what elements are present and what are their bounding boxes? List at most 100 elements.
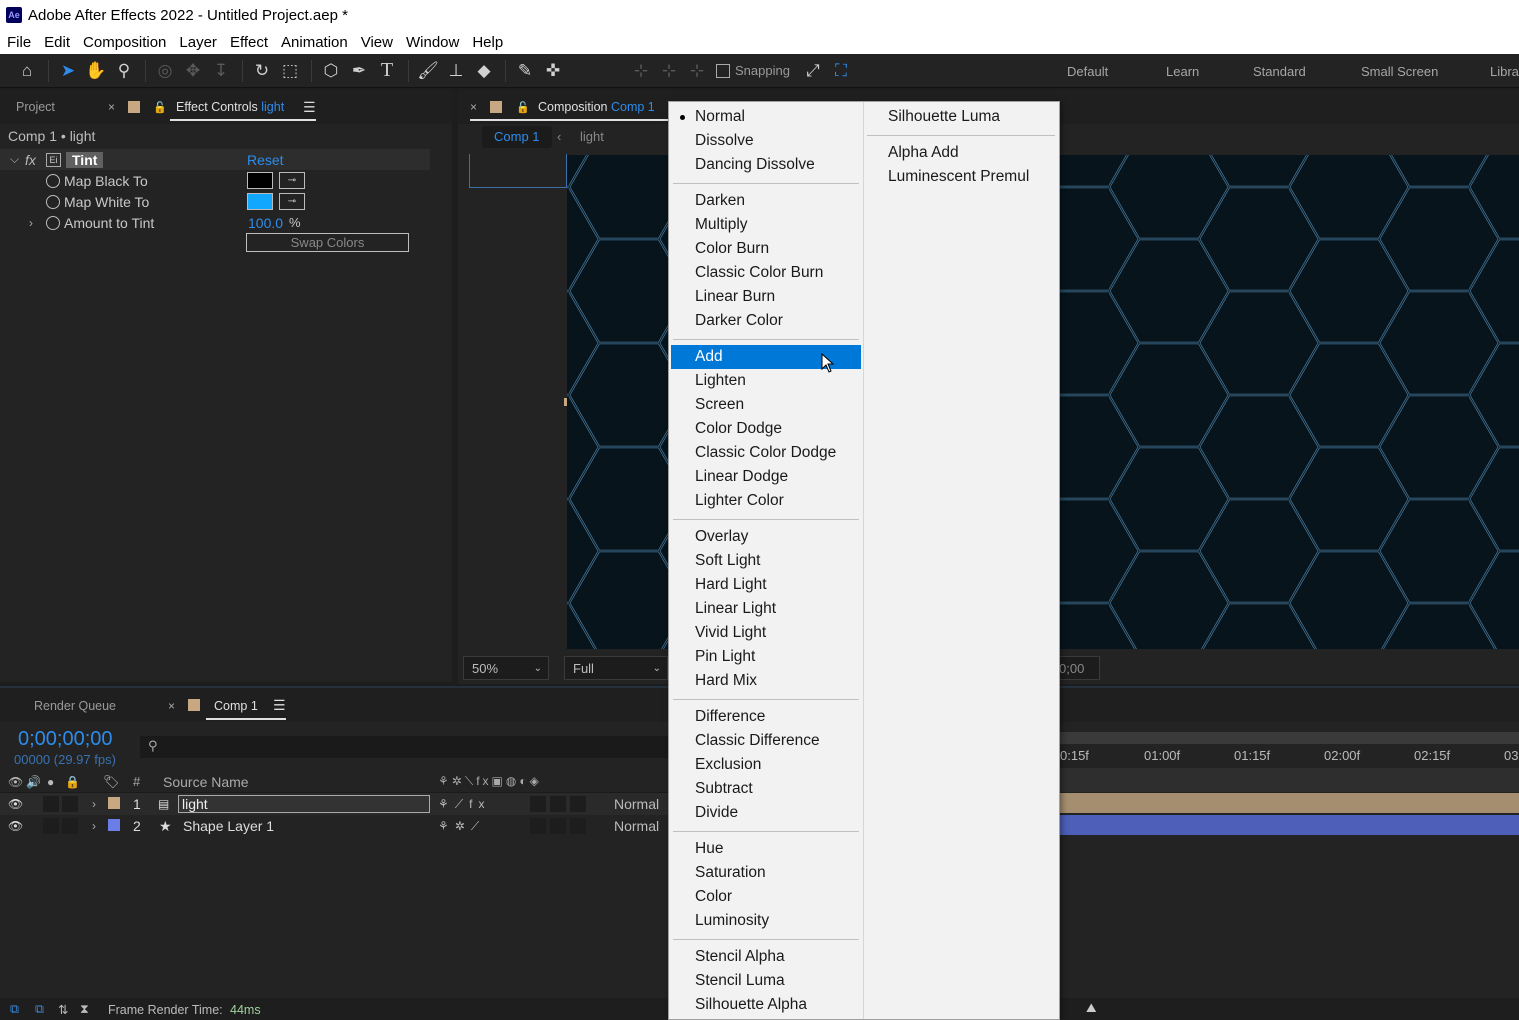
world-axis-icon[interactable]: ⊹ [656, 58, 682, 84]
layer-switches-icons[interactable]: ⚘✲⟋ [438, 819, 485, 834]
puppet-pin-icon[interactable]: ✜ [540, 58, 566, 84]
blend-stencil-alpha[interactable]: Stencil Alpha [671, 945, 861, 969]
blend-linear-dodge[interactable]: Linear Dodge [671, 465, 861, 489]
swap-colors-button[interactable]: Swap Colors [246, 233, 409, 252]
blend-luminosity[interactable]: Luminosity [671, 909, 861, 933]
blend-screen[interactable]: Screen [671, 393, 861, 417]
layer-label-color[interactable] [108, 819, 120, 831]
layer-bar-light[interactable] [1060, 793, 1519, 813]
zoom-in-mountain-icon[interactable]: ⛰ [1086, 1001, 1097, 1016]
workspace-libraries[interactable]: Libra [1490, 54, 1519, 88]
blend-color-burn[interactable]: Color Burn [671, 237, 861, 261]
blend-hue[interactable]: Hue [671, 837, 861, 861]
effect-row-tint[interactable]: ⌵ fx Ei Tint Reset [0, 149, 430, 170]
lock-icon[interactable]: 🔓 [153, 101, 167, 114]
eyedropper-icon[interactable]: ⊸ [279, 193, 305, 210]
zoom-dropdown[interactable]: 50% ⌄ [463, 656, 549, 680]
blend-luminescent-premul[interactable]: Luminescent Premul [865, 165, 1057, 189]
local-axis-icon[interactable]: ⊹ [628, 58, 654, 84]
home-icon[interactable]: ⌂ [14, 58, 40, 84]
type-tool-icon[interactable]: T [374, 58, 400, 84]
blend-difference[interactable]: Difference [671, 705, 861, 729]
blend-silhouette-alpha[interactable]: Silhouette Alpha [671, 993, 861, 1017]
tab-comp-timeline[interactable]: Comp 1 [214, 699, 258, 713]
layer-switches-icons[interactable]: ⚘⟋fx [438, 797, 491, 812]
expand-chevron-icon[interactable]: › [92, 819, 96, 833]
blend-hard-mix[interactable]: Hard Mix [671, 669, 861, 693]
blend-normal[interactable]: Normal [671, 105, 861, 129]
eraser-tool-icon[interactable]: ◆ [471, 58, 497, 84]
pen-tool-icon[interactable]: ✒ [346, 58, 372, 84]
blend-lighten[interactable]: Lighten [671, 369, 861, 393]
expand-chevron-icon[interactable]: › [92, 797, 96, 811]
blend-classic-difference[interactable]: Classic Difference [671, 729, 861, 753]
blend-vivid-light[interactable]: Vivid Light [671, 621, 861, 645]
switch-box[interactable] [530, 796, 546, 812]
expand-chevron-icon[interactable]: › [29, 216, 33, 230]
source-name-column-header[interactable]: Source Name [163, 774, 249, 790]
close-tab-icon[interactable]: × [108, 100, 115, 114]
blend-color[interactable]: Color [671, 885, 861, 909]
breadcrumb-layer[interactable]: light [580, 129, 604, 144]
panel-menu-icon[interactable]: ☰ [273, 697, 286, 714]
blend-multiply[interactable]: Multiply [671, 213, 861, 237]
brush-tool-icon[interactable]: 🖌 [415, 58, 441, 84]
render-time-icon[interactable]: ⧗ [80, 1002, 89, 1017]
blend-darken[interactable]: Darken [671, 189, 861, 213]
solo-toggle[interactable] [62, 796, 78, 812]
workspace-learn[interactable]: Learn [1166, 54, 1199, 88]
menu-animation[interactable]: Animation [274, 34, 354, 51]
blend-add[interactable]: Add [671, 345, 861, 373]
switch-box[interactable] [570, 796, 586, 812]
blend-exclusion[interactable]: Exclusion [671, 753, 861, 777]
blend-stencil-luma[interactable]: Stencil Luma [671, 969, 861, 993]
menu-composition[interactable]: Composition [76, 34, 172, 51]
audio-toggle[interactable] [43, 796, 59, 812]
orbit-camera-icon[interactable]: ◎ [152, 58, 178, 84]
viewer-timecode[interactable]: 0;00 [1054, 656, 1100, 680]
audio-toggle[interactable] [43, 818, 59, 834]
rotation-tool-icon[interactable]: ↻ [249, 58, 275, 84]
blend-dissolve[interactable]: Dissolve [671, 129, 861, 153]
amount-value[interactable]: 100.0 [248, 215, 283, 231]
map-black-color-swatch[interactable] [247, 172, 273, 189]
switch-box[interactable] [570, 818, 586, 834]
stopwatch-icon[interactable] [46, 194, 60, 209]
eye-icon[interactable]: 👁 [8, 819, 23, 833]
menu-view[interactable]: View [354, 34, 399, 51]
dolly-camera-icon[interactable]: ↧ [208, 58, 234, 84]
layer-search-input[interactable]: ⚲ [140, 736, 670, 758]
table-row[interactable]: 👁 › 1 ▤ light ⚘⟋fx Normal [0, 793, 668, 815]
roto-brush-icon[interactable]: ✎ [512, 58, 538, 84]
current-time-display[interactable]: 0;00;00;00 [18, 728, 113, 751]
blend-alpha-add[interactable]: Alpha Add [865, 141, 1057, 165]
blend-dancing-dissolve[interactable]: Dancing Dissolve [671, 153, 861, 177]
fx-icon[interactable]: fx [25, 152, 36, 168]
time-ruler[interactable]: 0:15f 01:00f 01:15f 02:00f 02:15f 03 [1060, 744, 1519, 768]
panel-menu-icon[interactable]: ☰ [303, 99, 316, 116]
menu-edit[interactable]: Edit [37, 34, 76, 51]
blend-lighter-color[interactable]: Lighter Color [671, 489, 861, 513]
comp-mini-flowchart-icon[interactable]: ⧉ [10, 1002, 19, 1017]
workspace-default[interactable]: Default [1067, 54, 1108, 88]
layer-mode-dropdown[interactable]: Normal [614, 818, 659, 834]
tab-project[interactable]: Project [16, 100, 55, 114]
snapping-toggle[interactable]: Snapping [716, 63, 790, 78]
expand-chevron-icon[interactable]: ⌵ [10, 152, 19, 167]
work-area-bar[interactable] [1060, 732, 1519, 744]
layer-label-color[interactable] [108, 797, 120, 809]
close-tab-icon[interactable]: × [168, 699, 175, 713]
snap-edges-icon[interactable]: ⤢ [800, 58, 826, 84]
blend-divide[interactable]: Divide [671, 801, 861, 825]
hand-tool-icon[interactable]: ✋ [83, 58, 109, 84]
workspace-small-screen[interactable]: Small Screen [1361, 54, 1438, 88]
map-white-color-swatch[interactable] [247, 193, 273, 210]
blend-darker-color[interactable]: Darker Color [671, 309, 861, 333]
blend-saturation[interactable]: Saturation [671, 861, 861, 885]
tab-render-queue[interactable]: Render Queue [34, 699, 116, 713]
breadcrumb-comp[interactable]: Comp 1 [482, 126, 552, 148]
blend-subtract[interactable]: Subtract [671, 777, 861, 801]
effect-name[interactable]: Tint [66, 151, 104, 168]
blend-silhouette-luma[interactable]: Silhouette Luma [865, 105, 1057, 129]
menu-file[interactable]: File [0, 34, 37, 51]
